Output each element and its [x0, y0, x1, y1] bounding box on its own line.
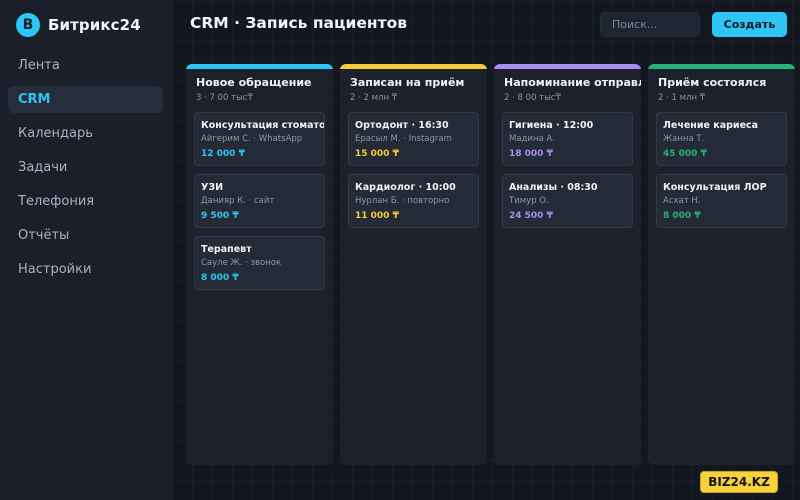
card-title: Консультация ЛОР [663, 182, 767, 193]
card-title: Кардиолог · 10:00 [355, 182, 456, 193]
card-subtitle: Нурлан Б. · повторно [355, 196, 450, 206]
sidebar-item-feed[interactable]: Лента [8, 52, 163, 79]
deal-card[interactable]: Ортодонт · 16:30 Ерасыл М. · Instagram 1… [348, 112, 479, 166]
kanban-column-reminder-sent: Напоминание отправлено 2 · 8 00 тыс₸ Гиг… [494, 64, 641, 465]
card-subtitle: Айгерим С. · WhatsApp [201, 134, 303, 144]
sidebar-nav: Лента CRM Календарь Задачи Телефония Отч… [8, 52, 163, 290]
card-title: Лечение кариеса [663, 120, 759, 131]
column-title[interactable]: Приём состоялся [658, 76, 795, 89]
column-title[interactable]: Новое обращение [196, 76, 333, 89]
column-summary: 2 · 2 млн ₸ [350, 93, 398, 103]
card-price: 8 000 ₸ [201, 273, 239, 283]
deal-card[interactable]: Лечение кариеса Жанна Т. 45 000 ₸ [656, 112, 787, 166]
sidebar-item-reports[interactable]: Отчёты [8, 222, 163, 249]
column-summary: 2 · 8 00 тыс₸ [504, 93, 561, 103]
card-subtitle: Тимур О. [509, 196, 549, 206]
card-price: 18 000 ₸ [509, 149, 553, 159]
card-subtitle: Ерасыл М. · Instagram [355, 134, 452, 144]
card-title: Гигиена · 12:00 [509, 120, 594, 131]
sidebar-item-tasks[interactable]: Задачи [8, 154, 163, 181]
watermark-badge: BIZ24.KZ [700, 471, 778, 493]
card-price: 45 000 ₸ [663, 149, 707, 159]
card-subtitle: Асхат Н. [663, 196, 701, 206]
card-subtitle: Данияр К. · сайт [201, 196, 275, 206]
card-price: 15 000 ₸ [355, 149, 399, 159]
card-title: Терапевт [201, 244, 252, 255]
card-title: Консультация стоматолога [201, 120, 325, 131]
card-subtitle: Сауле Ж. · звонок [201, 258, 282, 268]
deal-card[interactable]: Анализы · 08:30 Тимур О. 24 500 ₸ [502, 174, 633, 228]
column-color-bar [494, 64, 641, 69]
deal-card[interactable]: Терапевт Сауле Ж. · звонок 8 000 ₸ [194, 236, 325, 290]
kanban-column-new-request: Новое обращение 3 · 7 00 тыс₸ Консультац… [186, 64, 333, 465]
column-color-bar [340, 64, 487, 69]
search-input[interactable]: Поиск... [600, 12, 700, 37]
card-title: Анализы · 08:30 [509, 182, 598, 193]
deal-card[interactable]: Кардиолог · 10:00 Нурлан Б. · повторно 1… [348, 174, 479, 228]
app-logo[interactable]: B Битрикс24 [16, 13, 141, 37]
card-title: Ортодонт · 16:30 [355, 120, 449, 131]
logo-icon: B [16, 13, 40, 37]
deal-card[interactable]: Консультация ЛОР Асхат Н. 8 000 ₸ [656, 174, 787, 228]
column-color-bar [648, 64, 795, 69]
sidebar-item-telephony[interactable]: Телефония [8, 188, 163, 215]
sidebar-item-settings[interactable]: Настройки [8, 256, 163, 283]
sidebar: B Битрикс24 Лента CRM Календарь Задачи Т… [0, 0, 172, 500]
column-title[interactable]: Записан на приём [350, 76, 487, 89]
card-subtitle: Жанна Т. [663, 134, 705, 144]
kanban-column-booked: Записан на приём 2 · 2 млн ₸ Ортодонт · … [340, 64, 487, 465]
card-subtitle: Мадина А. [509, 134, 555, 144]
card-price: 9 500 ₸ [201, 211, 239, 221]
kanban-column-visit-done: Приём состоялся 2 · 1 млн ₸ Лечение кари… [648, 64, 795, 465]
sidebar-item-crm[interactable]: CRM [8, 86, 163, 113]
app-name: Битрикс24 [48, 16, 141, 34]
deal-card[interactable]: Гигиена · 12:00 Мадина А. 18 000 ₸ [502, 112, 633, 166]
column-color-bar [186, 64, 333, 69]
column-summary: 2 · 1 млн ₸ [658, 93, 706, 103]
deal-card[interactable]: УЗИ Данияр К. · сайт 9 500 ₸ [194, 174, 325, 228]
deal-card[interactable]: Консультация стоматолога Айгерим С. · Wh… [194, 112, 325, 166]
card-price: 8 000 ₸ [663, 211, 701, 221]
card-title: УЗИ [201, 182, 224, 193]
column-summary: 3 · 7 00 тыс₸ [196, 93, 253, 103]
main-content: CRM · Запись пациентов Поиск... Создать … [172, 0, 800, 500]
column-title[interactable]: Напоминание отправлено [504, 76, 641, 89]
create-button[interactable]: Создать [712, 12, 787, 37]
card-price: 12 000 ₸ [201, 149, 245, 159]
card-price: 11 000 ₸ [355, 211, 399, 221]
card-price: 24 500 ₸ [509, 211, 553, 221]
page-title: CRM · Запись пациентов [190, 14, 408, 32]
sidebar-item-calendar[interactable]: Календарь [8, 120, 163, 147]
